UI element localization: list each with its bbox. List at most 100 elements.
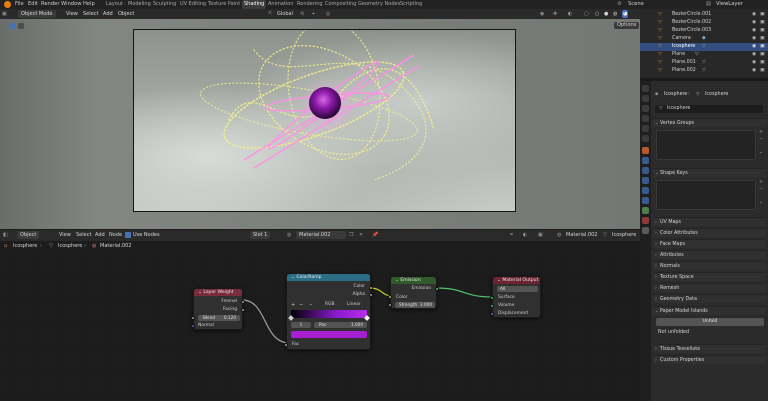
- panel-color-attributes[interactable]: › Color Attributes: [653, 228, 766, 237]
- add-stop-icon[interactable]: +: [291, 302, 295, 308]
- output-tab-icon[interactable]: [642, 105, 649, 112]
- remove-stop-icon[interactable]: −: [299, 302, 303, 308]
- stop-position-field[interactable]: Pos 1.000: [314, 322, 367, 328]
- output-target-selector[interactable]: All: [497, 286, 538, 292]
- mode-selector[interactable]: Object Mode: [18, 10, 56, 18]
- tab-uv-editing[interactable]: UV Editing: [180, 1, 206, 7]
- tab-sculpting[interactable]: Sculpting: [153, 1, 176, 7]
- emission-node[interactable]: ⌄ Emission Emission Color Strength 3.000: [388, 276, 439, 309]
- outliner-row[interactable]: ▽ BezierCircle.003 ◉ ▣: [640, 27, 768, 35]
- outliner-row[interactable]: ▽ BezierCircle.002 ◉ ▣: [640, 19, 768, 27]
- tab-shading[interactable]: Shading: [242, 0, 267, 9]
- ramp-interpolation[interactable]: Linear: [347, 302, 361, 307]
- world-tab-icon[interactable]: [642, 135, 649, 142]
- mesh-data-field[interactable]: ▽ Icosphere: [655, 105, 763, 113]
- menu-edit[interactable]: Edit: [28, 1, 38, 7]
- specials-icon[interactable]: ⌄: [759, 150, 763, 155]
- input-volume-socket[interactable]: [490, 304, 494, 308]
- viewport-menu-add[interactable]: Add: [103, 10, 113, 18]
- remove-icon[interactable]: −: [759, 187, 763, 192]
- panel-remesh[interactable]: › Remesh: [653, 283, 766, 292]
- stop-index-field[interactable]: 1: [291, 322, 311, 328]
- input-color-socket[interactable]: [388, 295, 392, 299]
- scene-selector[interactable]: Scene: [628, 1, 644, 7]
- unlink-material-icon[interactable]: ✕: [359, 231, 363, 239]
- modifiers-tab-icon[interactable]: [642, 157, 649, 164]
- input-blend-socket[interactable]: [191, 316, 195, 320]
- snap-toggle-icon[interactable]: ⌗: [510, 231, 513, 239]
- menu-help[interactable]: Help: [83, 1, 95, 7]
- color-ramp-node[interactable]: ⌄ ColorRamp Color Alpha + − ⌄ RGB Linear…: [284, 273, 373, 350]
- slot-selector[interactable]: Slot 1: [250, 231, 271, 239]
- input-normal-socket[interactable]: [191, 324, 195, 328]
- layer-weight-node[interactable]: ⌄ Layer Weight Fresnel Facing Blend 0.12…: [191, 288, 245, 330]
- node-editor-type-icon[interactable]: ◧: [3, 231, 8, 239]
- gizmo-icon[interactable]: ✥: [553, 10, 557, 18]
- menu-render[interactable]: Render: [41, 1, 59, 7]
- color-ramp-title[interactable]: ⌄ ColorRamp: [287, 274, 370, 281]
- pivot-icon[interactable]: ⟲: [300, 10, 304, 18]
- panel-vertex-groups[interactable]: ⌄ Vertex Groups: [653, 118, 766, 127]
- panel-texture-space[interactable]: › Texture Space: [653, 272, 766, 281]
- tab-layout[interactable]: Layout: [106, 1, 123, 7]
- color-ramp-gradient[interactable]: [291, 310, 367, 318]
- shading-rendered-icon[interactable]: ◕: [622, 10, 629, 18]
- pin-icon[interactable]: 📌: [372, 231, 378, 239]
- output-color-socket[interactable]: [369, 286, 373, 290]
- view-layer-selector[interactable]: ViewLayer: [716, 1, 743, 7]
- constraints-tab-icon[interactable]: [642, 187, 649, 194]
- unfold-button[interactable]: Unfold: [656, 318, 764, 326]
- panel-custom-properties[interactable]: › Custom Properties: [653, 355, 766, 364]
- panel-attributes[interactable]: › Attributes: [653, 250, 766, 259]
- shape-keys-list[interactable]: [656, 180, 756, 210]
- menu-file[interactable]: File: [15, 1, 24, 7]
- output-alpha-socket[interactable]: [369, 293, 373, 297]
- node-menu-view[interactable]: View: [59, 231, 71, 239]
- options-button[interactable]: Options: [614, 22, 640, 29]
- input-fac-socket[interactable]: [284, 343, 288, 347]
- panel-geometry-data[interactable]: › Geometry Data: [653, 294, 766, 303]
- tab-compositing[interactable]: Compositing: [325, 1, 356, 7]
- tab-texture-paint[interactable]: Texture Paint: [208, 1, 240, 7]
- data-tab-icon[interactable]: [642, 197, 649, 204]
- pin-icon[interactable]: ▪: [655, 92, 658, 97]
- ramp-color-mode[interactable]: RGB: [325, 302, 334, 307]
- outliner-row[interactable]: ▽ Camera ◆ ◉ ▣: [640, 35, 768, 43]
- shader-type-selector[interactable]: Object: [17, 231, 40, 239]
- ramp-stop-right[interactable]: [364, 315, 370, 321]
- panel-shape-keys[interactable]: ⌄ Shape Keys: [653, 168, 766, 177]
- orientation-selector[interactable]: Global: [277, 10, 293, 18]
- editor-type-icon[interactable]: ▣: [2, 10, 7, 18]
- backdrop-icon[interactable]: ▣: [538, 231, 543, 239]
- shading-material-icon[interactable]: ◍: [613, 10, 617, 18]
- scene-tab-icon[interactable]: [642, 125, 649, 132]
- strength-field[interactable]: Strength 3.000: [395, 302, 435, 308]
- vertex-groups-list[interactable]: [656, 130, 756, 160]
- panel-normals[interactable]: › Normals: [653, 261, 766, 270]
- visibility-icon[interactable]: ◉: [540, 10, 544, 18]
- outliner-row[interactable]: ▽ BezierCircle.001 ◉ ▣: [640, 11, 768, 19]
- remove-icon[interactable]: −: [759, 137, 763, 142]
- output-fresnel-socket[interactable]: [241, 300, 245, 304]
- node-menu-select[interactable]: Select: [76, 231, 91, 239]
- select-mode-icon[interactable]: [18, 23, 24, 29]
- material-tab-icon[interactable]: [642, 217, 649, 224]
- output-emission-socket[interactable]: [435, 287, 439, 291]
- texture-tab-icon[interactable]: [642, 227, 649, 234]
- node-editor-canvas[interactable]: ⌄ Layer Weight Fresnel Facing Blend 0.12…: [0, 251, 648, 401]
- physics-tab-icon[interactable]: [642, 177, 649, 184]
- outliner-row-selected[interactable]: ▽ Icosphere ▽ ◉ ▣: [640, 43, 768, 51]
- panel-face-maps[interactable]: › Face Maps: [653, 239, 766, 248]
- blender-logo-icon[interactable]: [4, 1, 11, 8]
- blend-field[interactable]: Blend 0.120: [198, 315, 240, 321]
- overlays-icon[interactable]: ◐: [568, 10, 572, 18]
- object-tab-icon[interactable]: [642, 147, 649, 154]
- outliner-row[interactable]: ▽ Plane ▽ ◉ ▣: [640, 51, 768, 59]
- outliner-row[interactable]: ▽ Plane.002 ▽ ◉ ▣: [640, 67, 768, 75]
- input-displacement-socket[interactable]: [490, 312, 494, 316]
- ramp-menu-icon[interactable]: ⌄: [309, 302, 313, 307]
- material-output-title[interactable]: ⌄ Material Output: [493, 277, 540, 284]
- render-tab-icon[interactable]: [642, 95, 649, 102]
- tab-scripting[interactable]: Scripting: [400, 1, 422, 7]
- menu-window[interactable]: Window: [61, 1, 81, 7]
